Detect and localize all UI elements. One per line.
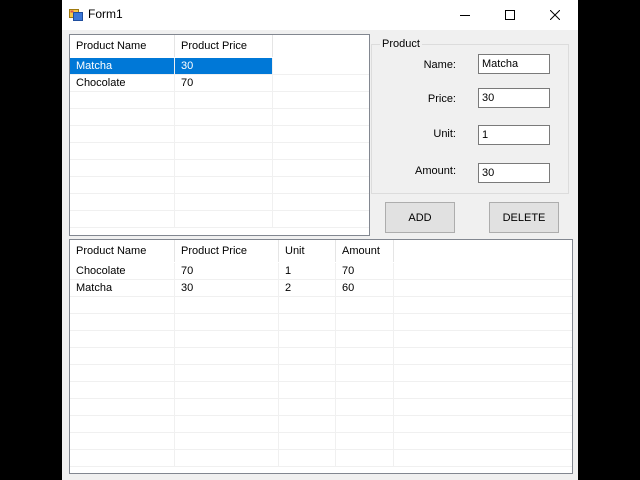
- column-header-product-price[interactable]: Product Price: [175, 35, 273, 57]
- price-label: Price:: [427, 93, 456, 105]
- minimize-icon: [460, 15, 470, 16]
- empty-row: [70, 126, 369, 143]
- empty-row: [70, 348, 572, 365]
- empty-row: [70, 365, 572, 382]
- close-icon: [550, 10, 560, 20]
- column-header-product-price[interactable]: Product Price: [175, 240, 279, 262]
- order-list-header: Product Name Product Price Unit Amount: [70, 240, 570, 262]
- form1-window: Form1 Product Name Product Price Matcha …: [62, 0, 578, 480]
- order-name-cell: Chocolate: [70, 263, 175, 279]
- empty-row: [70, 109, 369, 126]
- empty-row: [70, 92, 369, 109]
- name-input[interactable]: [478, 54, 550, 74]
- order-amount-cell: 60: [336, 280, 394, 296]
- price-input[interactable]: [478, 88, 550, 108]
- empty-row: [70, 160, 369, 177]
- product-groupbox: Product Name: Price: Unit: Amount:: [371, 38, 569, 194]
- minimize-button[interactable]: [442, 0, 488, 30]
- product-price-cell: 30: [175, 58, 273, 74]
- empty-row: [70, 450, 572, 467]
- close-button[interactable]: [532, 0, 578, 30]
- name-label: Name:: [423, 59, 456, 71]
- order-list[interactable]: Product Name Product Price Unit Amount C…: [69, 239, 573, 474]
- product-row-matcha[interactable]: Matcha 30: [70, 58, 369, 75]
- empty-row: [70, 211, 369, 228]
- empty-row: [70, 194, 369, 211]
- empty-row: [70, 399, 572, 416]
- amount-input[interactable]: [478, 163, 550, 183]
- empty-row: [70, 177, 369, 194]
- empty-row: [70, 297, 572, 314]
- order-list-body: Chocolate 70 1 70 Matcha 30 2 60: [70, 263, 572, 473]
- order-unit-cell: 1: [279, 263, 336, 279]
- empty-row: [70, 314, 572, 331]
- empty-row: [70, 416, 572, 433]
- column-header-amount[interactable]: Amount: [336, 240, 394, 262]
- maximize-icon: [505, 10, 515, 20]
- amount-label: Amount:: [415, 165, 456, 177]
- product-price-cell: 70: [175, 75, 273, 91]
- column-header-filler: [394, 240, 570, 262]
- add-button[interactable]: ADD: [385, 202, 455, 233]
- order-unit-cell: 2: [279, 280, 336, 296]
- maximize-button[interactable]: [487, 0, 533, 30]
- unit-input[interactable]: [478, 125, 550, 145]
- order-row-chocolate[interactable]: Chocolate 70 1 70: [70, 263, 572, 280]
- product-list[interactable]: Product Name Product Price Matcha 30 Cho…: [69, 34, 370, 236]
- order-price-cell: 70: [175, 263, 279, 279]
- empty-row: [70, 331, 572, 348]
- product-name-cell: Matcha: [70, 58, 175, 74]
- order-price-cell: 30: [175, 280, 279, 296]
- empty-row: [70, 143, 369, 160]
- window-title: Form1: [88, 7, 123, 21]
- form-app-icon: [69, 7, 83, 21]
- column-header-filler: [273, 35, 367, 57]
- order-amount-cell: 70: [336, 263, 394, 279]
- product-name-cell: Chocolate: [70, 75, 175, 91]
- order-name-cell: Matcha: [70, 280, 175, 296]
- product-groupbox-title: Product: [380, 38, 422, 50]
- empty-row: [70, 433, 572, 450]
- product-list-header: Product Name Product Price: [70, 35, 367, 57]
- title-bar[interactable]: Form1: [62, 0, 578, 30]
- delete-button[interactable]: DELETE: [489, 202, 559, 233]
- order-row-matcha[interactable]: Matcha 30 2 60: [70, 280, 572, 297]
- column-header-product-name[interactable]: Product Name: [70, 240, 175, 262]
- column-header-product-name[interactable]: Product Name: [70, 35, 175, 57]
- product-row-chocolate[interactable]: Chocolate 70: [70, 75, 369, 92]
- product-list-body: Matcha 30 Chocolate 70: [70, 58, 369, 235]
- unit-label: Unit:: [433, 128, 456, 140]
- column-header-unit[interactable]: Unit: [279, 240, 336, 262]
- empty-row: [70, 382, 572, 399]
